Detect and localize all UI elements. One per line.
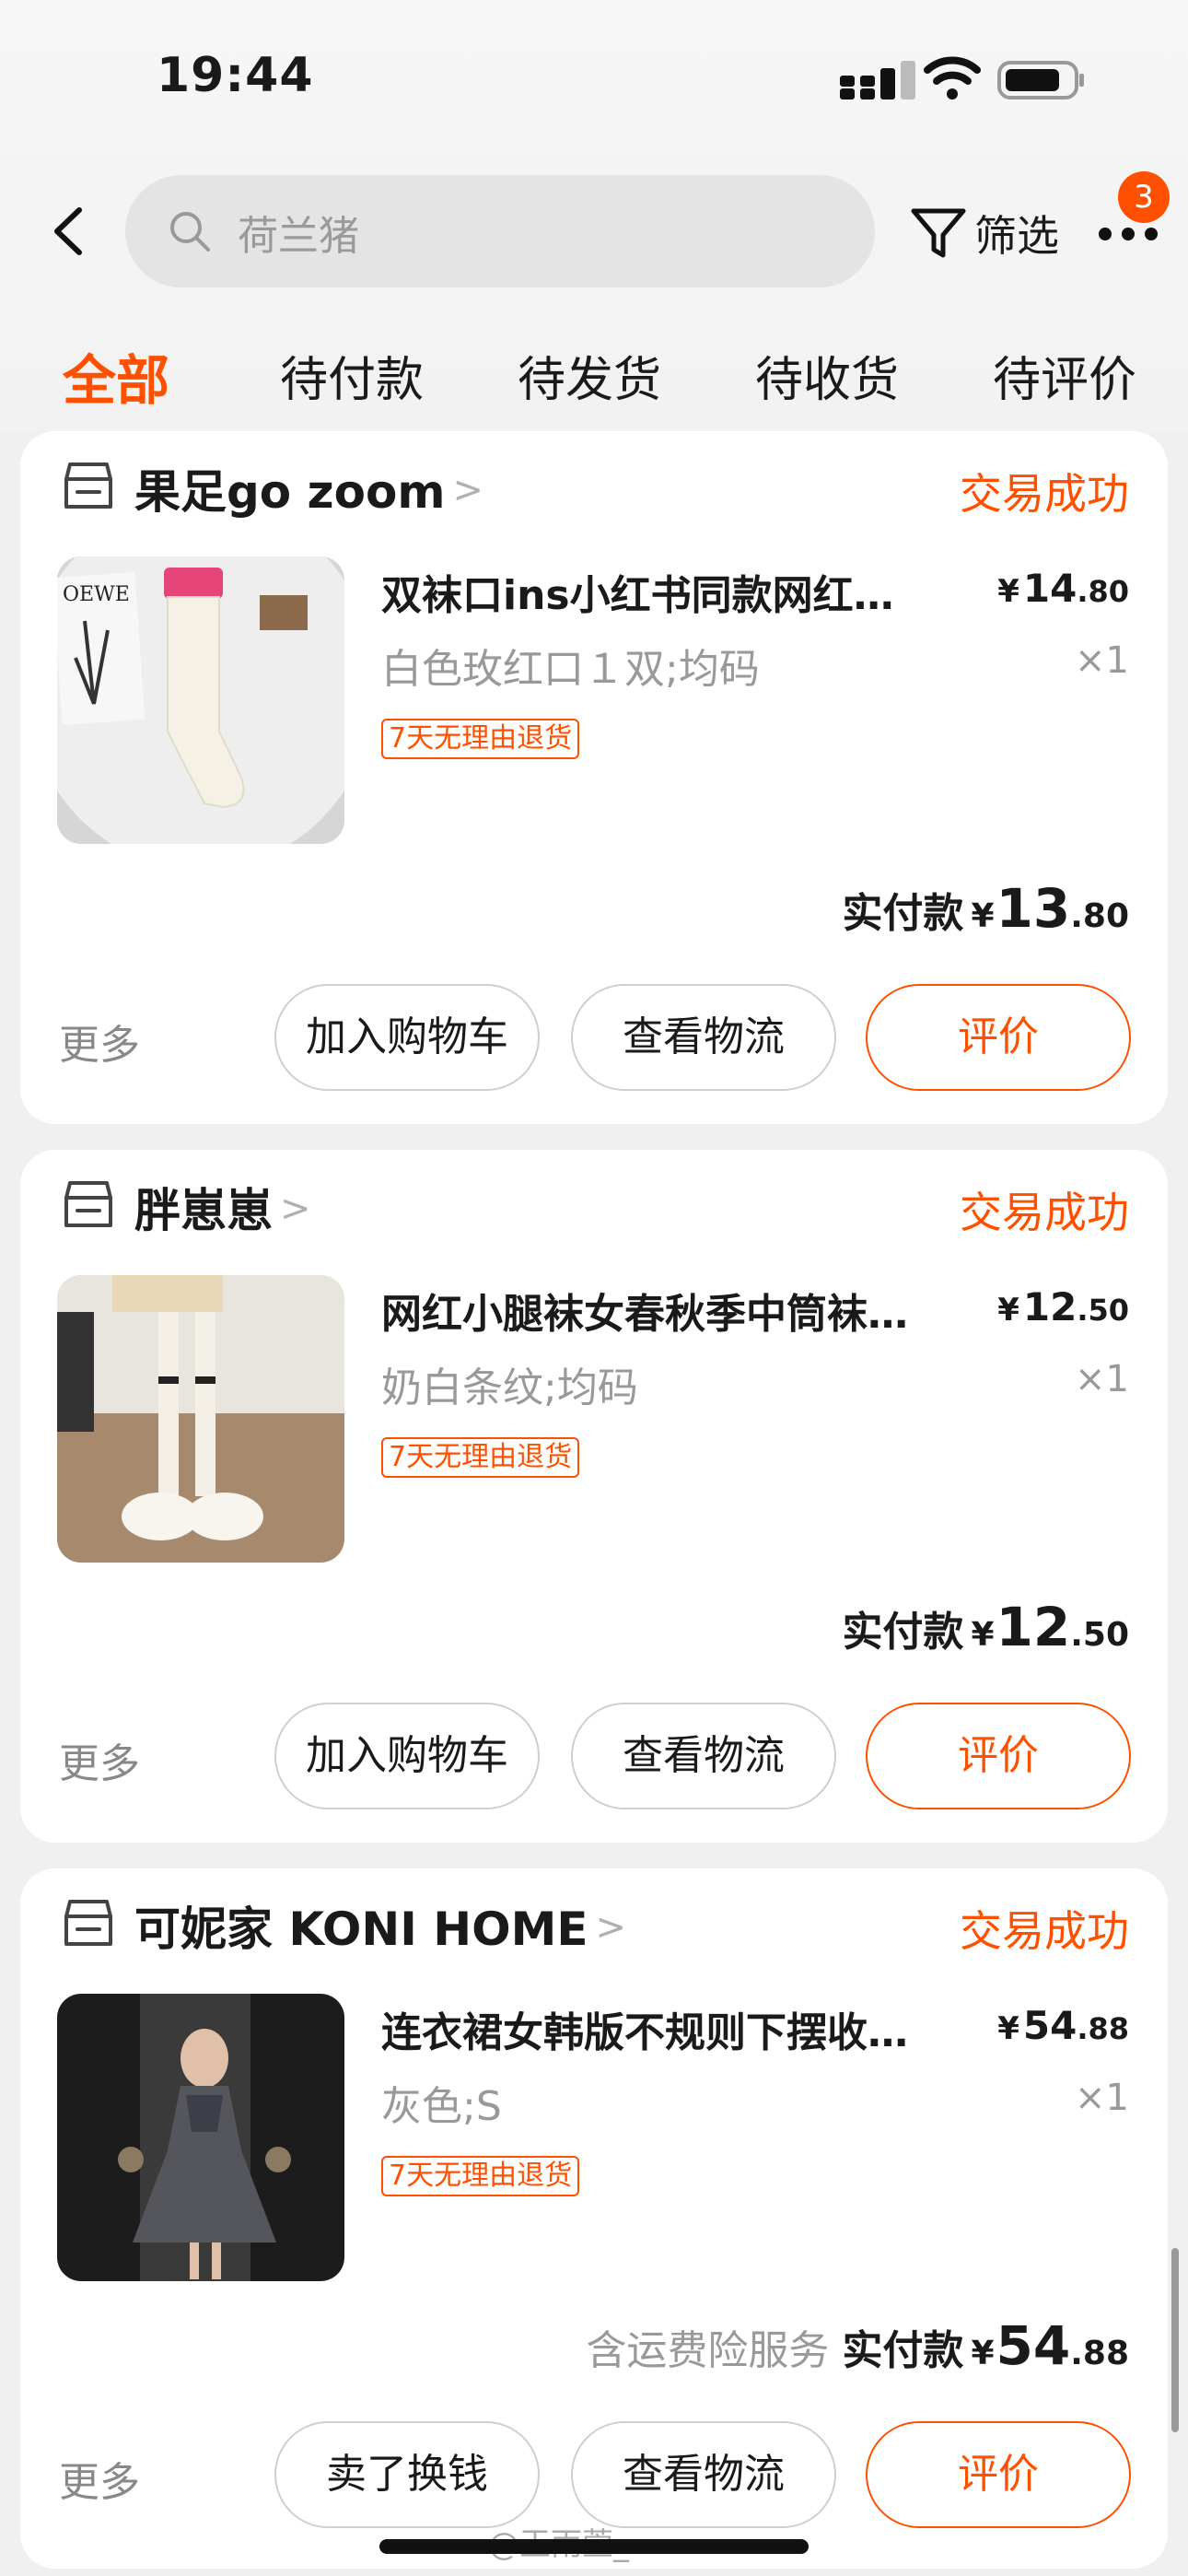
order-tabs: 全部 待付款 待发货 待收货 待评价 xyxy=(0,341,1188,412)
shop-icon xyxy=(64,1181,112,1227)
svg-text:OEWE: OEWE xyxy=(63,583,130,606)
shipping-insurance-note: 含运费险服务 xyxy=(586,2327,830,2374)
product-title[interactable]: 双袜口ins小红书同款网红… xyxy=(381,562,971,621)
order-status: 交易成功 xyxy=(960,469,1129,519)
paid-amount: 含运费险服务 实付款 ¥54.88 xyxy=(586,2314,1129,2377)
tab-pending-review[interactable]: 待评价 xyxy=(993,341,1136,410)
review-button[interactable]: 评价 xyxy=(866,1703,1131,1809)
return-policy-tag: 7天无理由退货 xyxy=(381,719,580,759)
tab-pending-receipt[interactable]: 待收货 xyxy=(755,341,899,410)
product-price: ¥54.88 xyxy=(997,2003,1129,2048)
product-image[interactable] xyxy=(57,1275,344,1563)
home-indicator[interactable] xyxy=(379,2539,809,2554)
review-button[interactable]: 评价 xyxy=(866,984,1131,1091)
filter-label: 筛选 xyxy=(974,211,1059,261)
battery-icon xyxy=(997,61,1084,100)
more-link[interactable]: 更多 xyxy=(59,1730,140,1789)
product-image[interactable]: OEWE xyxy=(57,556,344,844)
order-card: 可妮家 KONI HOME > 交易成功 连衣裙女韩版不规则下摆收… ¥54.88… xyxy=(20,1868,1168,2569)
more-link[interactable]: 更多 xyxy=(59,2449,140,2508)
product-sku: 灰色;S xyxy=(381,2083,502,2130)
product-quantity: ×1 xyxy=(1075,2077,1129,2119)
search-input[interactable]: 荷兰猪 xyxy=(125,175,875,287)
add-to-cart-button[interactable]: 加入购物车 xyxy=(274,984,540,1091)
top-bar: 19:44 荷兰猪 筛选 3 全部 待付款 待发货 待收货 待评价 xyxy=(0,0,1188,431)
search-placeholder: 荷兰猪 xyxy=(238,213,359,260)
shop-name[interactable]: 可妮家 KONI HOME > xyxy=(134,1892,626,1959)
shop-name[interactable]: 果足go zoom > xyxy=(134,455,483,521)
view-logistics-button[interactable]: 查看物流 xyxy=(571,2421,836,2528)
order-card: 胖崽崽 > 交易成功 网红小腿袜女春秋季中筒袜… ¥12.50 奶白条纹;均码 ×… xyxy=(20,1150,1168,1843)
shop-icon xyxy=(64,1900,112,1946)
order-status: 交易成功 xyxy=(960,1906,1129,1956)
resell-button[interactable]: 卖了换钱 xyxy=(274,2421,540,2528)
add-to-cart-button[interactable]: 加入购物车 xyxy=(274,1703,540,1809)
tab-pending-shipment[interactable]: 待发货 xyxy=(518,341,661,410)
search-icon xyxy=(170,212,210,252)
more-link[interactable]: 更多 xyxy=(59,1012,140,1071)
view-logistics-button[interactable]: 查看物流 xyxy=(571,984,836,1091)
status-time: 19:44 xyxy=(157,48,314,103)
chevron-right-icon: > xyxy=(452,469,483,511)
product-quantity: ×1 xyxy=(1075,1358,1129,1400)
chevron-right-icon: > xyxy=(280,1188,311,1230)
shop-name[interactable]: 胖崽崽 > xyxy=(134,1174,311,1240)
return-policy-tag: 7天无理由退货 xyxy=(381,1437,580,1478)
filter-button[interactable]: 筛选 xyxy=(910,201,1059,265)
product-price: ¥14.80 xyxy=(997,566,1129,611)
review-button[interactable]: 评价 xyxy=(866,2421,1131,2528)
notification-badge: 3 xyxy=(1118,171,1170,223)
wifi-icon xyxy=(924,56,981,100)
tab-pending-payment[interactable]: 待付款 xyxy=(280,341,424,410)
shop-icon xyxy=(64,463,112,509)
scrollbar[interactable] xyxy=(1171,2248,1179,2432)
product-sku: 奶白条纹;均码 xyxy=(381,1364,638,1411)
order-card: 果足go zoom > 交易成功 OEWE 双袜口ins小红书同款网红… ¥14.… xyxy=(20,431,1168,1124)
back-icon[interactable] xyxy=(46,205,90,258)
product-quantity: ×1 xyxy=(1075,639,1129,682)
product-title[interactable]: 网红小腿袜女春秋季中筒袜… xyxy=(381,1281,971,1340)
chevron-right-icon: > xyxy=(595,1906,627,1949)
paid-amount: 实付款 ¥12.50 xyxy=(842,1596,1129,1658)
product-price: ¥12.50 xyxy=(997,1284,1129,1329)
order-status: 交易成功 xyxy=(960,1188,1129,1237)
product-image[interactable] xyxy=(57,1994,344,2281)
product-title[interactable]: 连衣裙女韩版不规则下摆收… xyxy=(381,1999,971,2058)
paid-amount: 实付款 ¥13.80 xyxy=(842,877,1129,940)
filter-icon xyxy=(911,208,966,258)
tab-all[interactable]: 全部 xyxy=(63,337,169,415)
cellular-signal-icon xyxy=(840,61,915,100)
view-logistics-button[interactable]: 查看物流 xyxy=(571,1703,836,1809)
return-policy-tag: 7天无理由退货 xyxy=(381,2156,580,2196)
product-sku: 白色玫红口１双;均码 xyxy=(381,646,760,693)
